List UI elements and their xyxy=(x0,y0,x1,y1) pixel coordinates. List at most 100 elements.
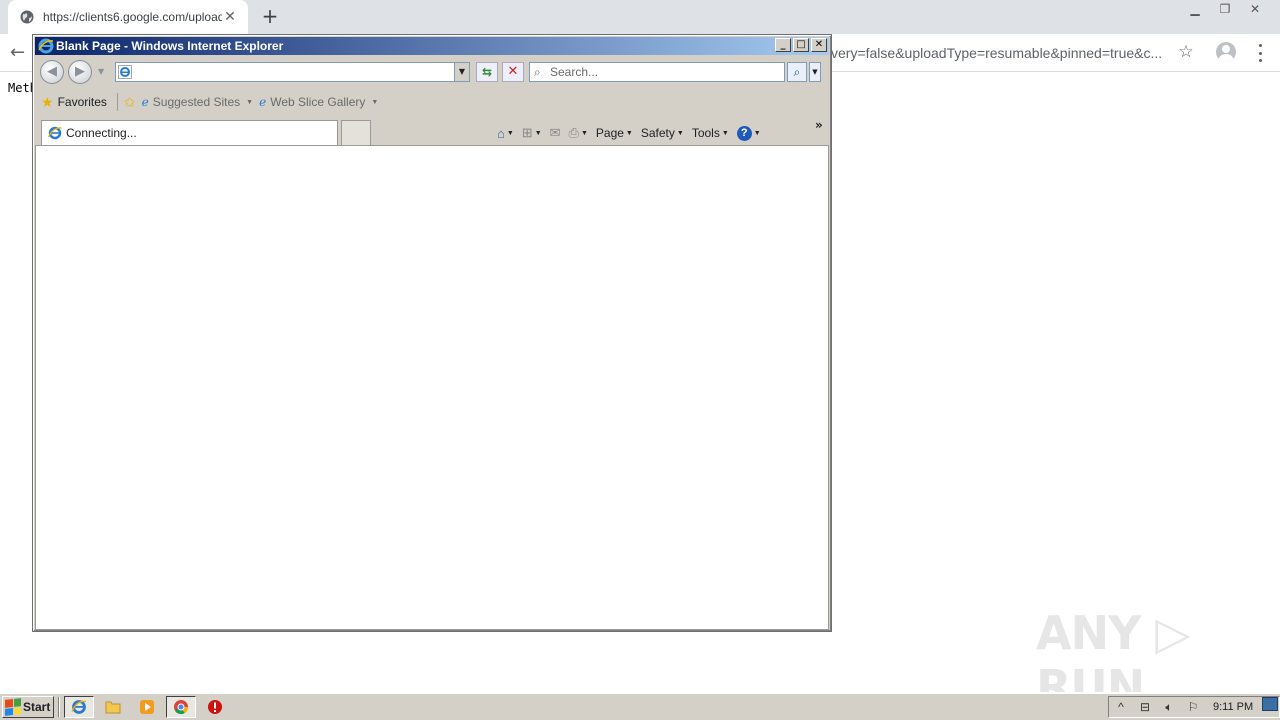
address-input[interactable] xyxy=(136,64,446,80)
chrome-address-bar[interactable]: very=false&uploadType=resumable&pinned=t… xyxy=(831,39,1171,67)
close-button[interactable]: ✕ xyxy=(1240,0,1270,18)
ie-new-tab-button[interactable] xyxy=(341,120,371,145)
taskbar-explorer-button[interactable] xyxy=(98,696,128,718)
chevron-down-icon: ▼ xyxy=(721,129,729,137)
action-center-flag-icon[interactable]: ⚐ xyxy=(1181,700,1205,714)
chrome-tabstrip: https://clients6.google.com/upload/drive… xyxy=(0,0,1280,34)
ie-window-controls: _ □ ✕ xyxy=(775,38,827,52)
ie-logo-icon xyxy=(71,700,87,714)
rss-feed-icon: ⊞ xyxy=(521,125,533,140)
favorites-button[interactable]: ★ Favorites xyxy=(41,94,107,111)
stop-icon[interactable]: ✕ xyxy=(502,62,524,82)
search-input[interactable] xyxy=(550,64,780,80)
safety-menu-label: Safety xyxy=(640,126,675,140)
kebab-menu-icon[interactable] xyxy=(1252,44,1268,62)
ie-page-icon: ℯ xyxy=(259,95,267,109)
printer-icon: ⎙ xyxy=(568,125,579,140)
toolbar-overflow-chevron-icon[interactable]: » xyxy=(815,118,823,132)
print-button[interactable]: ⎙ ▼ xyxy=(569,125,588,141)
ie-minimize-button[interactable]: _ xyxy=(775,38,791,52)
media-player-icon xyxy=(140,700,154,714)
home-icon: ⌂ xyxy=(497,125,505,141)
new-tab-button[interactable]: + xyxy=(259,5,281,27)
safety-menu[interactable]: Safety ▼ xyxy=(641,126,684,140)
feeds-button[interactable]: ⊞ ▼ xyxy=(522,125,542,141)
taskbar-separator xyxy=(58,697,60,717)
tools-menu-label: Tools xyxy=(691,126,720,140)
ie-logo-icon xyxy=(48,126,62,140)
ie-page-icon: ℯ xyxy=(141,95,149,109)
ie-window: Blank Page - Windows Internet Explorer _… xyxy=(32,34,832,632)
taskbar-chrome-button[interactable] xyxy=(166,696,196,718)
minimize-button[interactable]: ▁ xyxy=(1180,0,1210,18)
ie-navigation-bar: ◀ ▶ ▼ ▼ ⇆ ✕ ⌕ ⌕ ▼ xyxy=(35,57,829,87)
ie-tab-connecting[interactable]: Connecting... xyxy=(41,120,338,145)
recent-pages-dropdown-icon[interactable]: ▼ xyxy=(98,67,104,76)
chevron-down-icon: ▼ xyxy=(246,98,254,106)
add-to-favorites-bar-button[interactable]: ✩ xyxy=(124,94,136,111)
web-slice-gallery-label: Web Slice Gallery xyxy=(270,95,366,109)
search-options-dropdown-icon[interactable]: ▼ xyxy=(809,62,821,82)
refresh-icon[interactable]: ⇆ xyxy=(476,62,498,82)
ie-page-content[interactable] xyxy=(35,145,829,630)
chevron-down-icon: ▼ xyxy=(753,129,761,137)
read-mail-button[interactable]: ✉ xyxy=(550,125,561,141)
search-go-button[interactable]: ⌕ xyxy=(787,62,807,82)
ie-tab-row: Connecting... ⌂ ▼ ⊞ ▼ ✉ ⎙ ▼ Page ▼ Safet… xyxy=(35,118,829,145)
ie-command-bar: ⌂ ▼ ⊞ ▼ ✉ ⎙ ▼ Page ▼ Safety ▼ Tools ▼ ? … xyxy=(497,122,769,144)
windows-logo-icon xyxy=(5,698,21,716)
ie-back-button[interactable]: ◀ xyxy=(40,60,64,84)
ie-page-icon xyxy=(118,65,132,79)
chrome-tab-title: https://clients6.google.com/upload/drive xyxy=(43,10,222,24)
favorites-star-icon: ★ xyxy=(41,93,54,110)
volume-icon[interactable]: 🔈︎ xyxy=(1157,700,1181,715)
chrome-logo-icon xyxy=(174,700,189,715)
show-desktop-icon[interactable] xyxy=(1262,697,1278,711)
favorites-separator xyxy=(116,93,118,111)
ie-titlebar[interactable]: Blank Page - Windows Internet Explorer _… xyxy=(35,37,829,55)
chrome-window-controls: ▁ ❐ ✕ xyxy=(1180,0,1270,20)
chrome-tab[interactable]: https://clients6.google.com/upload/drive… xyxy=(8,0,248,34)
system-tray: ^ ⊟ 🔈︎ ⚐ 9:11 PM xyxy=(1108,696,1280,718)
bookmark-star-icon[interactable]: ☆ xyxy=(1176,42,1196,62)
web-slice-gallery-link[interactable]: ℯ Web Slice Gallery ▼ xyxy=(259,95,378,109)
ie-forward-button[interactable]: ▶ xyxy=(68,60,92,84)
tray-expand-icon[interactable]: ^ xyxy=(1109,700,1133,714)
start-label: Start xyxy=(23,700,51,714)
chevron-down-icon: ▼ xyxy=(534,129,542,137)
folder-icon xyxy=(105,701,121,714)
address-dropdown-icon[interactable]: ▼ xyxy=(454,63,469,81)
ie-address-bar[interactable]: ▼ xyxy=(115,62,470,82)
clock[interactable]: 9:11 PM xyxy=(1213,701,1253,713)
start-button[interactable]: Start xyxy=(2,696,54,718)
suggested-sites-link[interactable]: ℯ Suggested Sites ▼ xyxy=(142,95,253,109)
taskbar: Start ^ ⊟ 🔈︎ ⚐ 9:11 PM xyxy=(0,692,1280,720)
ie-favorites-bar: ★ Favorites ✩ ℯ Suggested Sites ▼ ℯ Web … xyxy=(35,89,829,115)
close-icon[interactable]: ✕ xyxy=(222,9,238,25)
chevron-down-icon: ▼ xyxy=(580,129,588,137)
taskbar-media-player-button[interactable] xyxy=(132,696,162,718)
favorites-label: Favorites xyxy=(57,95,107,109)
home-button[interactable]: ⌂ ▼ xyxy=(497,126,514,141)
chevron-down-icon: ▼ xyxy=(676,129,684,137)
network-icon[interactable]: ⊟ xyxy=(1133,700,1157,714)
page-menu[interactable]: Page ▼ xyxy=(596,126,633,140)
restore-button[interactable]: ❐ xyxy=(1210,0,1240,18)
ie-logo-icon xyxy=(38,38,54,54)
chevron-down-icon: ▼ xyxy=(506,129,514,137)
help-menu[interactable]: ? ▼ xyxy=(736,125,761,141)
ie-close-button[interactable]: ✕ xyxy=(811,38,827,52)
stop-sign-icon xyxy=(208,700,222,714)
ie-maximize-button[interactable]: □ xyxy=(793,38,809,52)
ie-tab-label: Connecting... xyxy=(66,126,137,140)
profile-avatar-icon[interactable] xyxy=(1216,42,1236,62)
ie-search-box[interactable]: ⌕ xyxy=(529,62,785,82)
globe-icon xyxy=(20,10,34,24)
tools-menu[interactable]: Tools ▼ xyxy=(692,126,729,140)
taskbar-ie-button[interactable] xyxy=(64,696,94,718)
ie-window-title: Blank Page - Windows Internet Explorer xyxy=(56,39,284,53)
taskbar-opera-button[interactable] xyxy=(200,696,230,718)
back-arrow-icon[interactable]: ← xyxy=(10,42,32,64)
chevron-down-icon: ▼ xyxy=(625,129,633,137)
search-icon: ⌕ xyxy=(534,65,541,79)
